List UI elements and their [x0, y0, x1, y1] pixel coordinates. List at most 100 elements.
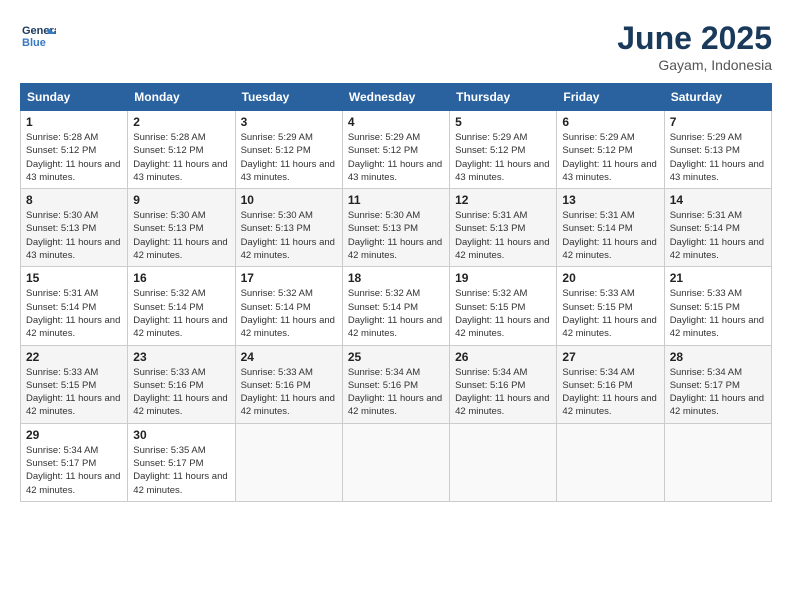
calendar-cell: 5 Sunrise: 5:29 AMSunset: 5:12 PMDayligh… [450, 111, 557, 189]
day-number: 14 [670, 193, 766, 207]
day-number: 24 [241, 350, 337, 364]
day-info: Sunrise: 5:33 AMSunset: 5:15 PMDaylight:… [26, 366, 122, 419]
calendar-cell: 12 Sunrise: 5:31 AMSunset: 5:13 PMDaylig… [450, 189, 557, 267]
day-info: Sunrise: 5:34 AMSunset: 5:16 PMDaylight:… [348, 366, 444, 419]
page-header: General Blue June 2025 Gayam, Indonesia [20, 20, 772, 73]
day-info: Sunrise: 5:32 AMSunset: 5:14 PMDaylight:… [133, 287, 229, 340]
weekday-header-sunday: Sunday [21, 84, 128, 111]
calendar-cell: 6 Sunrise: 5:29 AMSunset: 5:12 PMDayligh… [557, 111, 664, 189]
day-number: 15 [26, 271, 122, 285]
day-number: 1 [26, 115, 122, 129]
day-number: 25 [348, 350, 444, 364]
calendar-cell: 26 Sunrise: 5:34 AMSunset: 5:16 PMDaylig… [450, 345, 557, 423]
svg-text:Blue: Blue [22, 37, 46, 49]
calendar-cell: 7 Sunrise: 5:29 AMSunset: 5:13 PMDayligh… [664, 111, 771, 189]
weekday-header-tuesday: Tuesday [235, 84, 342, 111]
calendar-cell [342, 423, 449, 501]
calendar-body: 1 Sunrise: 5:28 AMSunset: 5:12 PMDayligh… [21, 111, 772, 502]
day-info: Sunrise: 5:31 AMSunset: 5:14 PMDaylight:… [670, 209, 766, 262]
day-number: 3 [241, 115, 337, 129]
calendar-cell: 23 Sunrise: 5:33 AMSunset: 5:16 PMDaylig… [128, 345, 235, 423]
day-number: 4 [348, 115, 444, 129]
day-number: 18 [348, 271, 444, 285]
day-number: 16 [133, 271, 229, 285]
calendar-cell: 18 Sunrise: 5:32 AMSunset: 5:14 PMDaylig… [342, 267, 449, 345]
location: Gayam, Indonesia [617, 57, 772, 73]
day-info: Sunrise: 5:33 AMSunset: 5:16 PMDaylight:… [133, 366, 229, 419]
calendar-week-3: 15 Sunrise: 5:31 AMSunset: 5:14 PMDaylig… [21, 267, 772, 345]
day-number: 17 [241, 271, 337, 285]
day-number: 29 [26, 428, 122, 442]
day-number: 6 [562, 115, 658, 129]
day-info: Sunrise: 5:29 AMSunset: 5:12 PMDaylight:… [455, 131, 551, 184]
calendar-cell: 17 Sunrise: 5:32 AMSunset: 5:14 PMDaylig… [235, 267, 342, 345]
day-number: 21 [670, 271, 766, 285]
calendar-cell: 19 Sunrise: 5:32 AMSunset: 5:15 PMDaylig… [450, 267, 557, 345]
day-info: Sunrise: 5:30 AMSunset: 5:13 PMDaylight:… [133, 209, 229, 262]
calendar-header-row: SundayMondayTuesdayWednesdayThursdayFrid… [21, 84, 772, 111]
weekday-header-thursday: Thursday [450, 84, 557, 111]
calendar-cell: 2 Sunrise: 5:28 AMSunset: 5:12 PMDayligh… [128, 111, 235, 189]
title-area: June 2025 Gayam, Indonesia [617, 20, 772, 73]
day-info: Sunrise: 5:34 AMSunset: 5:16 PMDaylight:… [562, 366, 658, 419]
day-info: Sunrise: 5:34 AMSunset: 5:17 PMDaylight:… [670, 366, 766, 419]
calendar-cell: 16 Sunrise: 5:32 AMSunset: 5:14 PMDaylig… [128, 267, 235, 345]
day-number: 30 [133, 428, 229, 442]
weekday-header-wednesday: Wednesday [342, 84, 449, 111]
calendar-cell: 4 Sunrise: 5:29 AMSunset: 5:12 PMDayligh… [342, 111, 449, 189]
day-info: Sunrise: 5:33 AMSunset: 5:15 PMDaylight:… [562, 287, 658, 340]
calendar-cell: 22 Sunrise: 5:33 AMSunset: 5:15 PMDaylig… [21, 345, 128, 423]
calendar-cell: 29 Sunrise: 5:34 AMSunset: 5:17 PMDaylig… [21, 423, 128, 501]
day-number: 12 [455, 193, 551, 207]
calendar-week-5: 29 Sunrise: 5:34 AMSunset: 5:17 PMDaylig… [21, 423, 772, 501]
day-info: Sunrise: 5:32 AMSunset: 5:14 PMDaylight:… [348, 287, 444, 340]
calendar-cell: 20 Sunrise: 5:33 AMSunset: 5:15 PMDaylig… [557, 267, 664, 345]
day-info: Sunrise: 5:30 AMSunset: 5:13 PMDaylight:… [348, 209, 444, 262]
day-info: Sunrise: 5:32 AMSunset: 5:14 PMDaylight:… [241, 287, 337, 340]
day-info: Sunrise: 5:32 AMSunset: 5:15 PMDaylight:… [455, 287, 551, 340]
day-number: 27 [562, 350, 658, 364]
day-info: Sunrise: 5:34 AMSunset: 5:17 PMDaylight:… [26, 444, 122, 497]
calendar-cell: 10 Sunrise: 5:30 AMSunset: 5:13 PMDaylig… [235, 189, 342, 267]
day-info: Sunrise: 5:33 AMSunset: 5:15 PMDaylight:… [670, 287, 766, 340]
day-info: Sunrise: 5:31 AMSunset: 5:14 PMDaylight:… [26, 287, 122, 340]
day-info: Sunrise: 5:29 AMSunset: 5:13 PMDaylight:… [670, 131, 766, 184]
calendar-cell: 21 Sunrise: 5:33 AMSunset: 5:15 PMDaylig… [664, 267, 771, 345]
day-info: Sunrise: 5:31 AMSunset: 5:13 PMDaylight:… [455, 209, 551, 262]
calendar-cell: 1 Sunrise: 5:28 AMSunset: 5:12 PMDayligh… [21, 111, 128, 189]
day-info: Sunrise: 5:29 AMSunset: 5:12 PMDaylight:… [562, 131, 658, 184]
calendar-cell: 9 Sunrise: 5:30 AMSunset: 5:13 PMDayligh… [128, 189, 235, 267]
day-number: 22 [26, 350, 122, 364]
logo: General Blue [20, 20, 60, 56]
calendar-cell: 14 Sunrise: 5:31 AMSunset: 5:14 PMDaylig… [664, 189, 771, 267]
day-number: 20 [562, 271, 658, 285]
day-number: 8 [26, 193, 122, 207]
calendar-table: SundayMondayTuesdayWednesdayThursdayFrid… [20, 83, 772, 502]
logo-icon: General Blue [20, 20, 56, 56]
day-number: 26 [455, 350, 551, 364]
calendar-cell: 13 Sunrise: 5:31 AMSunset: 5:14 PMDaylig… [557, 189, 664, 267]
weekday-header-saturday: Saturday [664, 84, 771, 111]
calendar-cell [450, 423, 557, 501]
calendar-cell: 8 Sunrise: 5:30 AMSunset: 5:13 PMDayligh… [21, 189, 128, 267]
day-info: Sunrise: 5:33 AMSunset: 5:16 PMDaylight:… [241, 366, 337, 419]
calendar-cell: 15 Sunrise: 5:31 AMSunset: 5:14 PMDaylig… [21, 267, 128, 345]
day-info: Sunrise: 5:28 AMSunset: 5:12 PMDaylight:… [26, 131, 122, 184]
day-number: 7 [670, 115, 766, 129]
weekday-header-monday: Monday [128, 84, 235, 111]
calendar-week-1: 1 Sunrise: 5:28 AMSunset: 5:12 PMDayligh… [21, 111, 772, 189]
day-number: 9 [133, 193, 229, 207]
day-number: 13 [562, 193, 658, 207]
day-number: 28 [670, 350, 766, 364]
calendar-week-4: 22 Sunrise: 5:33 AMSunset: 5:15 PMDaylig… [21, 345, 772, 423]
calendar-cell: 28 Sunrise: 5:34 AMSunset: 5:17 PMDaylig… [664, 345, 771, 423]
calendar-cell: 11 Sunrise: 5:30 AMSunset: 5:13 PMDaylig… [342, 189, 449, 267]
day-number: 10 [241, 193, 337, 207]
day-number: 2 [133, 115, 229, 129]
calendar-week-2: 8 Sunrise: 5:30 AMSunset: 5:13 PMDayligh… [21, 189, 772, 267]
day-info: Sunrise: 5:29 AMSunset: 5:12 PMDaylight:… [241, 131, 337, 184]
calendar-cell: 3 Sunrise: 5:29 AMSunset: 5:12 PMDayligh… [235, 111, 342, 189]
day-info: Sunrise: 5:35 AMSunset: 5:17 PMDaylight:… [133, 444, 229, 497]
day-number: 11 [348, 193, 444, 207]
day-info: Sunrise: 5:30 AMSunset: 5:13 PMDaylight:… [241, 209, 337, 262]
